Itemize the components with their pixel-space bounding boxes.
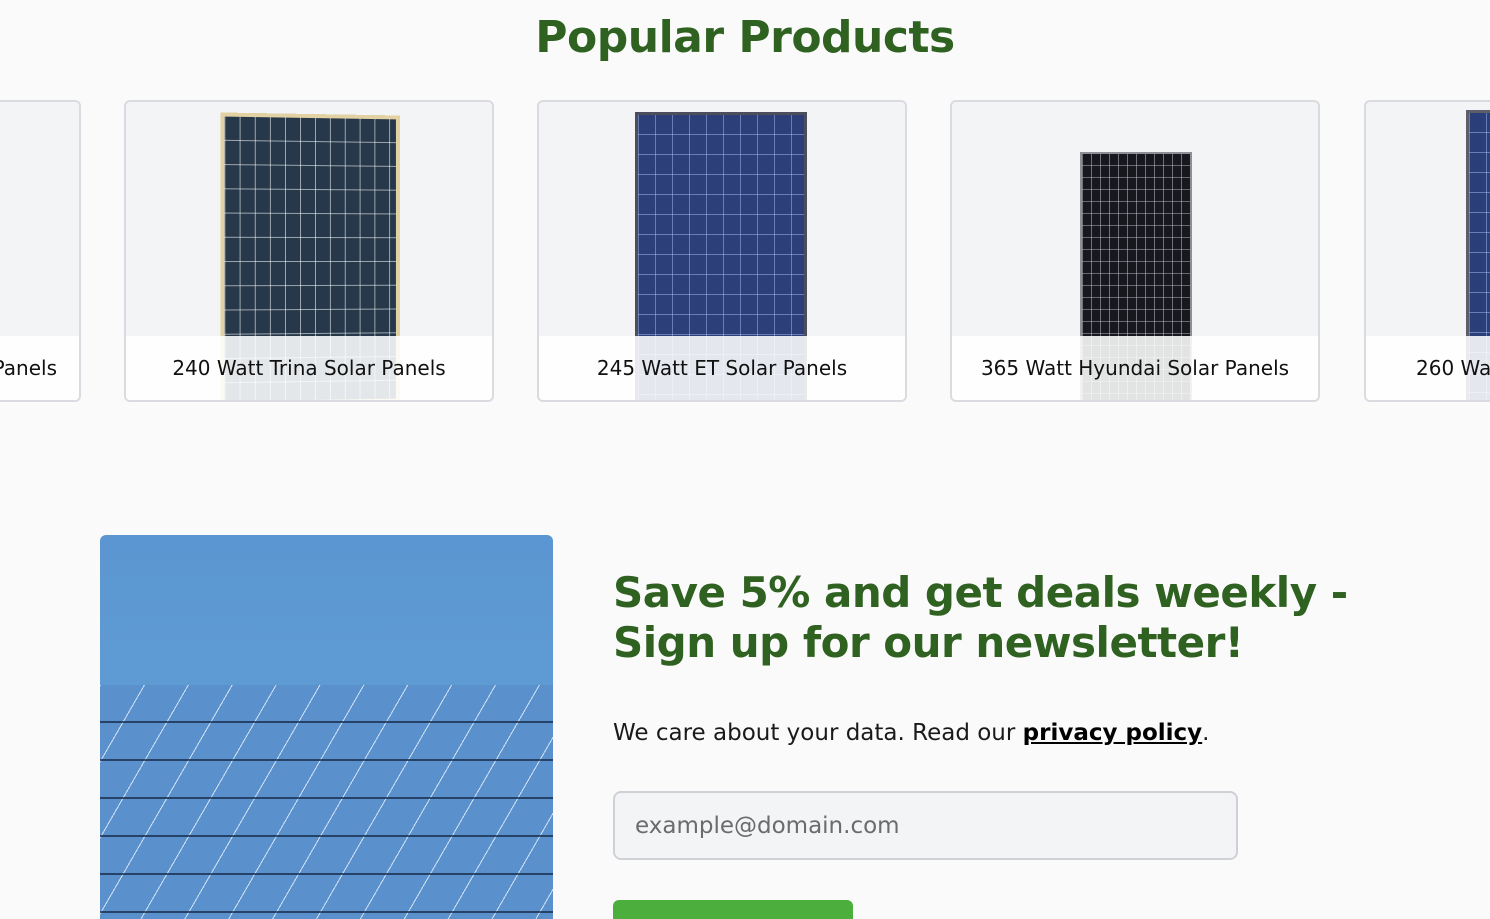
privacy-note: We care about your data. Read our privac… — [613, 720, 1209, 746]
page: Popular Products Panels 240 Watt Trina S… — [0, 0, 1490, 919]
product-label: Panels — [0, 336, 79, 400]
product-card[interactable]: 245 Watt ET Solar Panels — [537, 100, 907, 402]
product-card[interactable]: Panels — [0, 100, 81, 402]
product-card[interactable]: 260 Wa — [1364, 100, 1490, 402]
product-card[interactable]: 240 Watt Trina Solar Panels — [124, 100, 494, 402]
email-input[interactable] — [613, 791, 1238, 860]
solar-array-graphic — [100, 685, 553, 919]
privacy-note-text: We care about your data. Read our — [613, 720, 1023, 746]
subscribe-button[interactable] — [613, 900, 853, 919]
newsletter-image — [100, 535, 553, 919]
product-label: 245 Watt ET Solar Panels — [539, 336, 905, 400]
product-label: 260 Wa — [1366, 336, 1490, 400]
privacy-note-end: . — [1202, 720, 1210, 746]
privacy-policy-link[interactable]: privacy policy — [1023, 720, 1203, 746]
product-carousel: Panels 240 Watt Trina Solar Panels 245 W… — [0, 100, 1490, 406]
product-card[interactable]: 365 Watt Hyundai Solar Panels — [950, 100, 1320, 402]
product-label: 240 Watt Trina Solar Panels — [126, 336, 492, 400]
product-label: 365 Watt Hyundai Solar Panels — [952, 336, 1318, 400]
newsletter-title: Save 5% and get deals weekly - Sign up f… — [613, 568, 1348, 667]
section-title: Popular Products — [535, 12, 955, 63]
